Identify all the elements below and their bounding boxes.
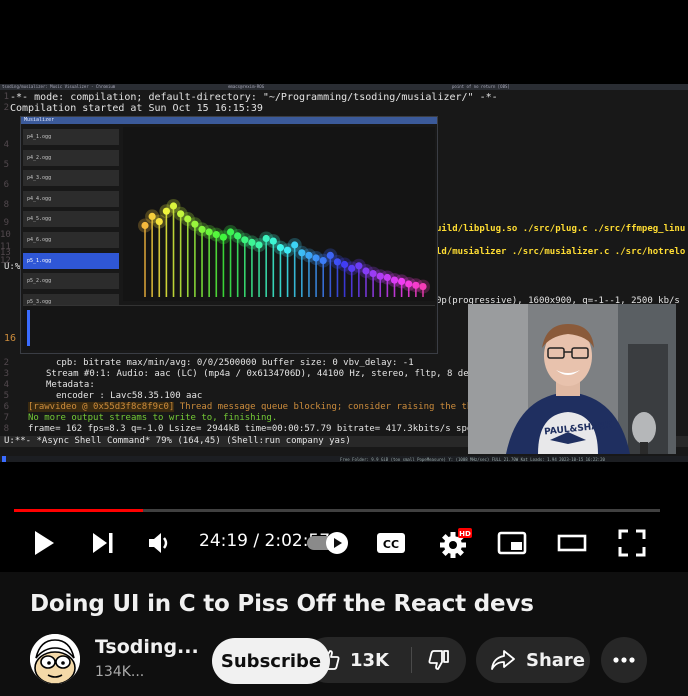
next-button[interactable]	[88, 530, 118, 556]
spectrum-peak	[169, 202, 178, 210]
emacs-encoder: encoder : Lavc58.35.100 aac	[56, 391, 203, 401]
theater-mode-icon	[557, 534, 587, 552]
video-player[interactable]: tsoding/musializer: Music Visualizer - C…	[0, 0, 688, 572]
video-frame[interactable]: tsoding/musializer: Music Visualizer - C…	[0, 84, 688, 462]
miniplayer-button[interactable]	[496, 530, 528, 556]
dislike-button[interactable]	[412, 637, 466, 683]
video-title: Doing UI in C to Piss Off the React devs	[30, 591, 534, 617]
musializer-playlist[interactable]: p4_1.ogg p4_2.ogg p4_3.ogg p4_4.ogg p4_5.ogg…	[23, 129, 121, 314]
share-button[interactable]: Share	[476, 637, 590, 683]
emacs-build-line-1: uild/libplug.so ./src/plug.c ./src/ffmpe…	[436, 224, 686, 234]
playlist-item[interactable]: p4_5.ogg	[23, 211, 119, 228]
mute-button[interactable]	[145, 530, 175, 556]
channel-name[interactable]: Tsoding...	[95, 636, 199, 658]
more-horizontal-icon	[613, 657, 635, 663]
musializer-window[interactable]: Musializer p4_1.ogg p4_2.ogg p4_3.ogg p4_4.…	[20, 116, 438, 354]
emacs-mode-line-1: -*- mode: compilation; default-directory…	[10, 92, 498, 103]
emacs-line-2: Compilation started at Sun Oct 15 16:15:…	[10, 103, 263, 114]
svg-text:CC: CC	[383, 538, 399, 551]
skip-next-icon	[93, 533, 113, 553]
seek-bar-played	[14, 509, 144, 512]
gear-icon: HD	[440, 528, 472, 558]
miniplayer-icon	[497, 531, 527, 555]
emacs-warning-text: Thread message queue blocking; consider …	[179, 402, 516, 412]
emacs-stream: Stream #0:1: Audio: aac (LC) (mp4a / 0x6…	[46, 369, 518, 379]
streamer-image: PAUL&SHARK	[468, 304, 676, 454]
musializer-timeline[interactable]	[23, 305, 435, 350]
musializer-visualizer	[123, 127, 435, 301]
emacs-metadata: Metadata:	[46, 380, 95, 390]
share-icon	[491, 650, 515, 670]
emacs-warning-prefix: [rawvideo @ 0x55d3f8c8f9c0]	[28, 402, 175, 412]
window-title-left: tsoding/musializer: Music Visualizer - C…	[2, 84, 116, 89]
captions-icon: CC	[377, 533, 405, 553]
emacs-cpb: cpb: bitrate max/min/avg: 0/0/2500000 bu…	[56, 358, 414, 368]
avatar-face-icon	[30, 634, 80, 684]
thumbs-down-icon	[428, 650, 449, 670]
emacs-line-16: 16	[4, 333, 17, 344]
playlist-item[interactable]: p4_6.ogg	[23, 231, 119, 248]
playlist-item[interactable]: p5_1.ogg	[23, 252, 119, 269]
playlist-item[interactable]: p4_3.ogg	[23, 170, 119, 187]
desktop-status-bar: Free Folder: 9.9 GiB (too small PopeMeas…	[0, 456, 688, 462]
subscriber-count: 134K...	[95, 664, 145, 680]
autoplay-toggle-icon	[307, 532, 348, 554]
emacs-no-more-output: No more output streams to write to, fini…	[28, 413, 278, 423]
playlist-item[interactable]: p4_2.ogg	[23, 149, 119, 166]
play-button[interactable]	[30, 528, 58, 558]
theater-mode-button[interactable]	[556, 530, 588, 556]
playlist-item[interactable]: p4_1.ogg	[23, 129, 119, 145]
webcam-overlay: PAUL&SHARK	[468, 304, 676, 454]
spectrum-peak	[141, 221, 149, 230]
spectrum-chart	[138, 199, 430, 297]
like-count: 13K	[350, 649, 389, 671]
playlist-item[interactable]: p5_2.ogg	[23, 273, 119, 290]
emacs-build-line-2: ld/musializer ./src/musializer.c ./src/h…	[436, 247, 686, 257]
spectrum-peak	[291, 241, 299, 249]
channel-avatar[interactable]	[30, 634, 80, 684]
share-label: Share	[526, 649, 586, 671]
window-title-right: point of no return [OBS]	[452, 84, 510, 89]
emacs-frame-line: frame= 162 fps=8.3 q=-1.0 Lsize= 2944kB …	[28, 424, 489, 434]
spectrum-peak	[419, 283, 427, 291]
fullscreen-icon	[618, 529, 646, 557]
fullscreen-button[interactable]	[616, 528, 648, 558]
timeline-cursor[interactable]	[27, 310, 30, 346]
hd-badge: HD	[459, 530, 471, 538]
spectrum-peak	[155, 218, 163, 226]
subscribe-button[interactable]: Subscribe	[212, 638, 330, 684]
settings-button[interactable]: HD	[436, 527, 474, 559]
autoplay-toggle[interactable]	[305, 530, 351, 556]
playlist-item[interactable]: p4_4.ogg	[23, 190, 119, 207]
musializer-title: Musializer	[21, 117, 437, 124]
captions-button[interactable]: CC	[375, 530, 407, 556]
status-bar-text: Free Folder: 9.9 GiB (too small PopeMeas…	[340, 457, 605, 462]
volume-icon	[149, 533, 168, 553]
emacs-warning: [rawvideo @ 0x55d3f8c8f9c0] Thread messa…	[28, 402, 516, 413]
seek-bar[interactable]	[14, 509, 660, 512]
window-title-middle: emacs@rexim-ROG	[228, 84, 265, 89]
play-icon	[35, 531, 54, 555]
more-actions-button[interactable]	[601, 637, 647, 683]
